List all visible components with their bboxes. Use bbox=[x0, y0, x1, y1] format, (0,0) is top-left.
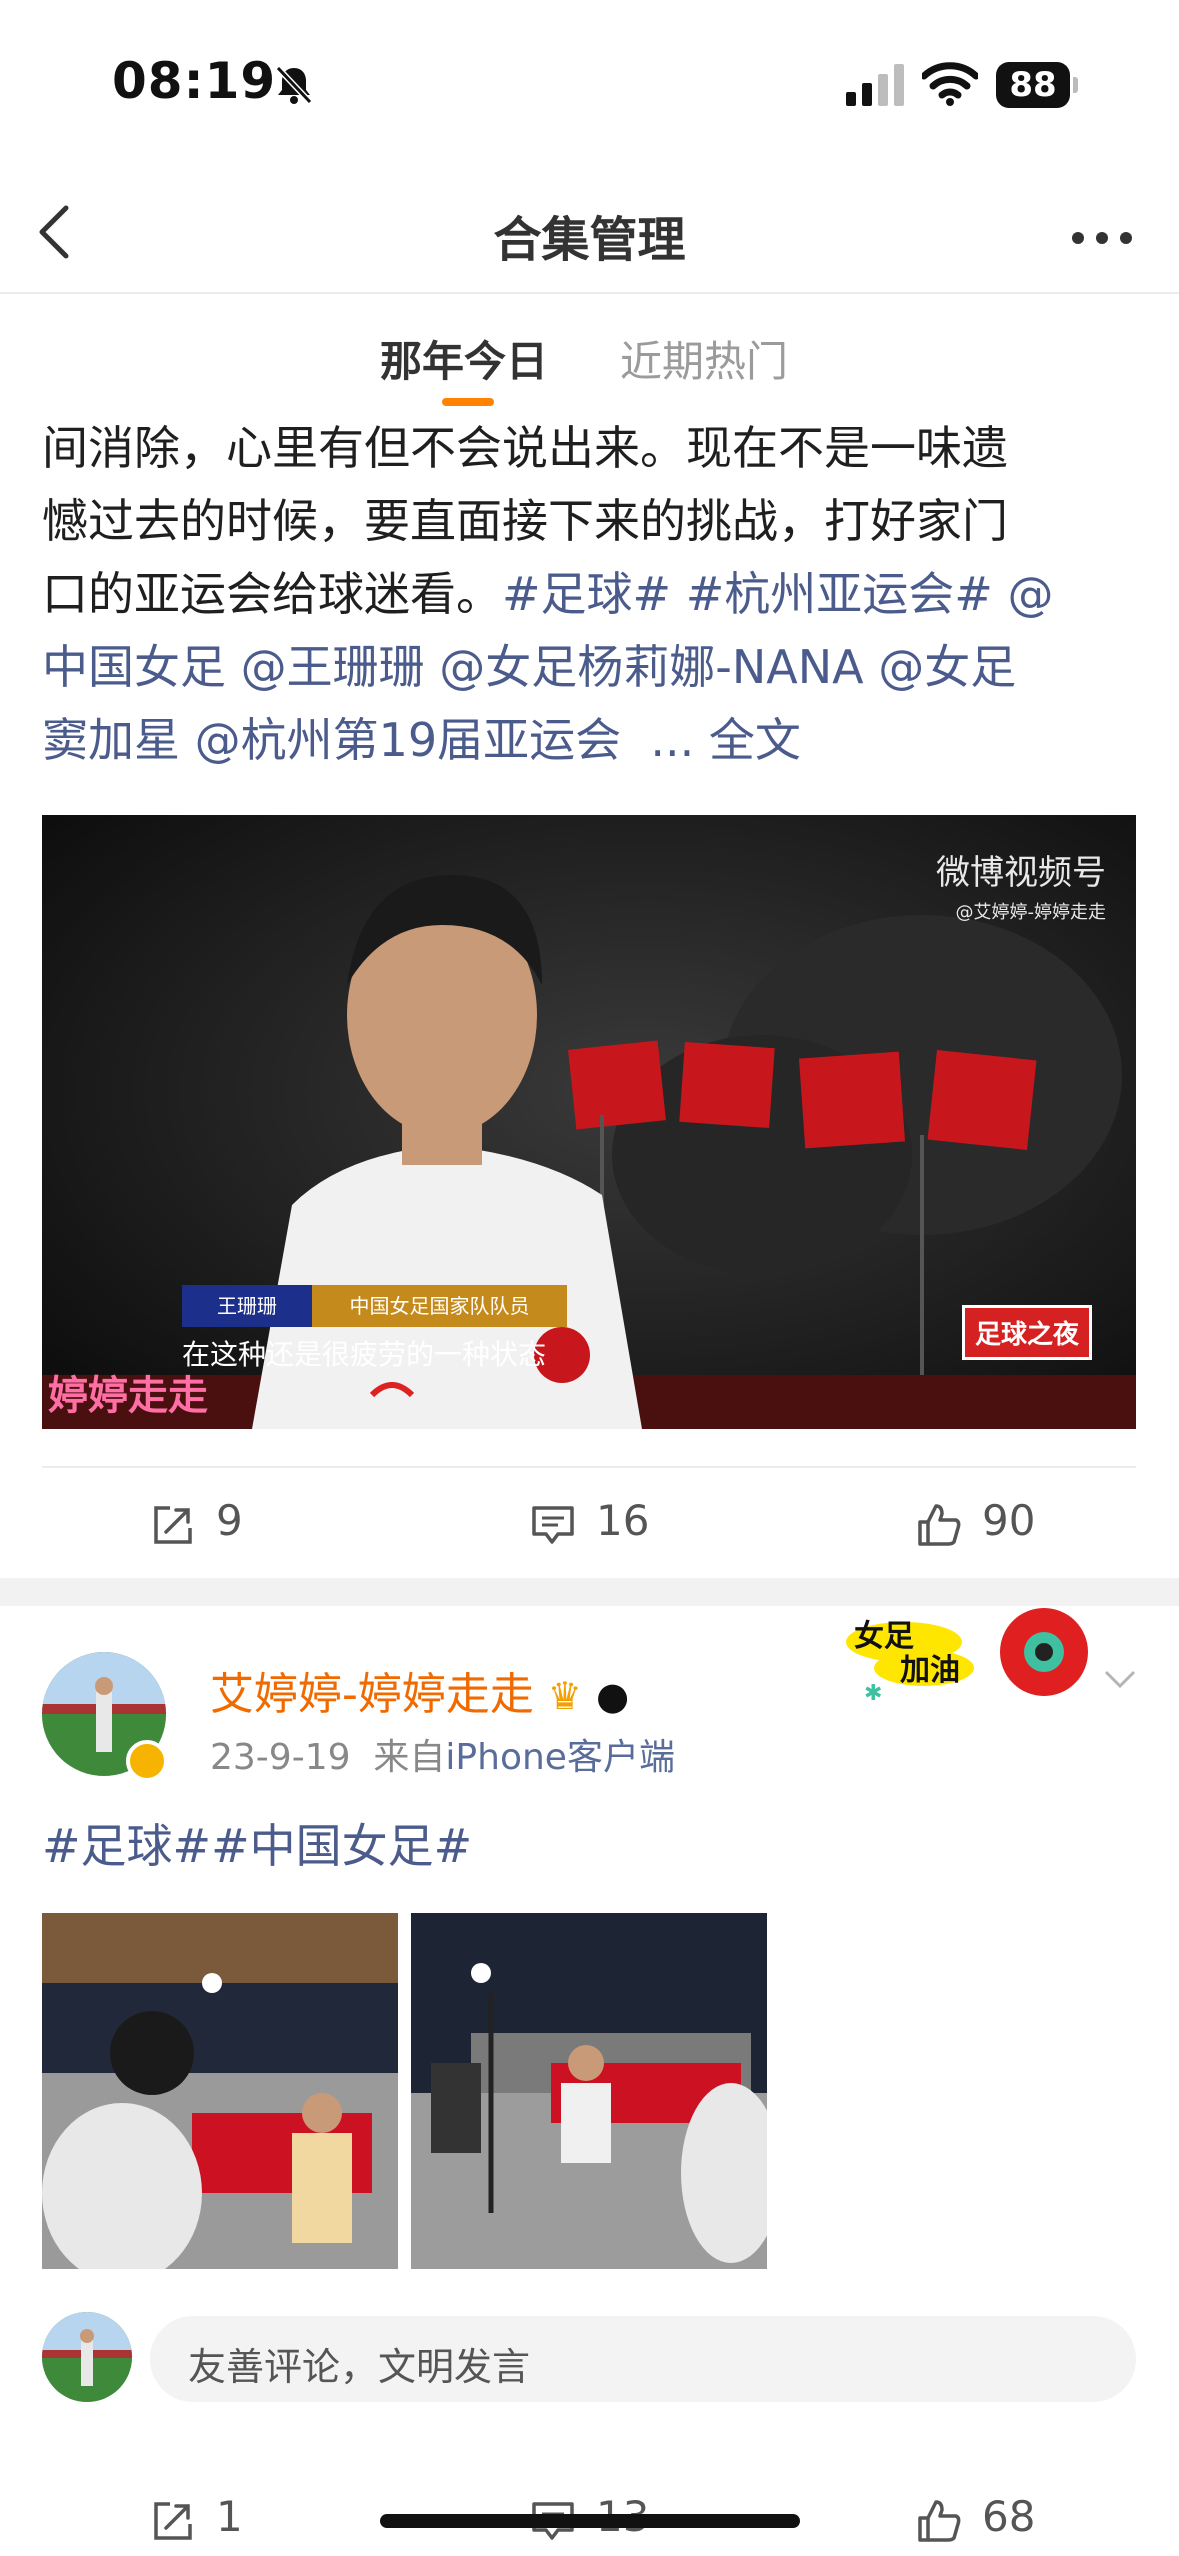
my-avatar bbox=[42, 2312, 132, 2402]
post-separator bbox=[0, 1578, 1179, 1606]
photo-image bbox=[42, 1913, 398, 2269]
post-source[interactable]: iPhone客户端 bbox=[445, 1737, 675, 1778]
bell-off-icon bbox=[275, 65, 313, 105]
verified-icon bbox=[126, 1740, 168, 1782]
comment-button[interactable]: 16 bbox=[530, 1496, 670, 1552]
post-text: 间消除，心里有但不会说出来。现在不是一味遗 憾过去的时候，要直面接下来的挑战，打… bbox=[42, 412, 1142, 777]
post-meta: 23-9-19 来自iPhone客户端 bbox=[210, 1728, 675, 1780]
mention-link[interactable]: @女足 bbox=[878, 640, 1016, 694]
home-indicator[interactable] bbox=[380, 2514, 800, 2528]
action-bar: 9 16 90 bbox=[42, 1468, 1136, 1578]
post-text-line: 口的亚运会给球迷看。#足球# #杭州亚运会# @ bbox=[42, 567, 1054, 621]
mention-link[interactable]: @女足杨莉娜-NANA bbox=[439, 640, 863, 694]
post-text-line: 憾过去的时候，要直面接下来的挑战，打好家门 bbox=[42, 494, 1008, 548]
battery-icon: 88 bbox=[996, 62, 1078, 108]
like-icon bbox=[918, 2500, 961, 2542]
tab-bar: 那年今日 近期热门 bbox=[0, 300, 1179, 410]
post-photo[interactable] bbox=[411, 1913, 767, 2269]
channel-logo: 婷婷走走 bbox=[48, 1373, 208, 1419]
repost-icon bbox=[154, 2502, 192, 2540]
avatar-photo bbox=[42, 2312, 132, 2402]
hashtag-link[interactable]: #杭州亚运会# bbox=[686, 567, 993, 621]
comment-count: 16 bbox=[596, 1496, 650, 1545]
post-photo[interactable] bbox=[42, 1913, 398, 2269]
chevron-down-icon[interactable] bbox=[1100, 1660, 1140, 1700]
tab-indicator bbox=[442, 398, 494, 406]
nav-bar: 合集管理 bbox=[0, 170, 1179, 294]
mention-link[interactable]: @王珊珊 bbox=[241, 640, 425, 694]
mention-at[interactable]: @ bbox=[1007, 567, 1053, 621]
mention-link[interactable]: 窦加星 bbox=[42, 713, 180, 767]
comment-placeholder: 友善评论，文明发言 bbox=[188, 2345, 531, 2389]
post-text-line: 间消除，心里有但不会说出来。现在不是一味遗 bbox=[42, 421, 1008, 475]
repost-icon bbox=[154, 1506, 192, 1544]
video-subtitle: 在这种还是很疲劳的一种状态 bbox=[182, 1338, 547, 1371]
page-title: 合集管理 bbox=[493, 212, 686, 268]
mention-link[interactable]: 中国女足 bbox=[42, 640, 226, 694]
panda-icon: ● bbox=[595, 1674, 630, 1718]
video-player[interactable]: 微博视频号 @艾婷婷-婷婷走走 王珊珊 中国女足国家队队员 在这种还是很疲劳的一… bbox=[42, 815, 1136, 1429]
badge-text: 女足 加油 bbox=[854, 1619, 960, 1688]
wifi-icon bbox=[922, 62, 978, 106]
caption-name: 王珊珊 bbox=[182, 1285, 312, 1327]
post-date: 23-9-19 bbox=[210, 1737, 351, 1778]
signal-icon bbox=[846, 64, 904, 106]
crown-icon: ♛ bbox=[547, 1674, 582, 1718]
repost-button[interactable]: 9 bbox=[150, 1496, 270, 1552]
photo-image bbox=[411, 1913, 767, 2269]
page: 08:19 88 合集管理 那年今日 近期热门 间消除，心里有但不会说出来。现在… bbox=[0, 0, 1179, 2556]
battery-level: 88 bbox=[1009, 65, 1057, 105]
repost-count: 1 bbox=[216, 2492, 243, 2541]
repost-count: 9 bbox=[216, 1496, 243, 1545]
post-hashtags[interactable]: #足球##中国女足# bbox=[42, 1810, 472, 1876]
like-button[interactable]: 90 bbox=[916, 1496, 1056, 1552]
status-bar: 08:19 88 bbox=[0, 0, 1179, 170]
caption-role: 中国女足国家队队员 bbox=[312, 1285, 567, 1327]
status-time: 08:19 bbox=[112, 52, 277, 110]
like-icon bbox=[918, 1504, 961, 1546]
expand-full-text-link[interactable]: ... 全文 bbox=[650, 713, 801, 767]
author-name[interactable]: 艾婷婷-婷婷走走 ♛ ● bbox=[210, 1658, 629, 1722]
program-logo: 足球之夜 bbox=[961, 1305, 1092, 1360]
repost-button[interactable]: 1 bbox=[150, 2492, 270, 2548]
comment-icon bbox=[532, 1506, 574, 1544]
mention-link[interactable]: @杭州第19届亚运会 bbox=[195, 713, 622, 767]
tab-recent-hot[interactable]: 近期热门 bbox=[620, 328, 788, 389]
like-count: 68 bbox=[982, 2492, 1036, 2541]
source-prefix: 来自 bbox=[373, 1737, 446, 1778]
post-text-line: 窦加星 @杭州第19届亚运会 ... 全文 bbox=[42, 704, 1142, 777]
hashtag-link[interactable]: #足球# bbox=[502, 567, 671, 621]
like-button[interactable]: 68 bbox=[916, 2492, 1056, 2548]
more-icon[interactable] bbox=[1062, 200, 1152, 260]
like-count: 90 bbox=[982, 1496, 1036, 1545]
video-watermark: 微博视频号 @艾婷婷-婷婷走走 bbox=[936, 853, 1106, 923]
comment-input[interactable]: 友善评论，文明发言 bbox=[150, 2316, 1136, 2402]
tab-that-day[interactable]: 那年今日 bbox=[380, 328, 548, 389]
video-caption-bar: 王珊珊 中国女足国家队队员 bbox=[182, 1285, 567, 1327]
action-bar: 1 13 68 bbox=[42, 2464, 1136, 2556]
post-text-line: 中国女足 @王珊珊 @女足杨莉娜-NANA @女足 bbox=[42, 631, 1142, 704]
fan-badge: ✱ 女足 加油 bbox=[844, 1608, 1104, 1708]
